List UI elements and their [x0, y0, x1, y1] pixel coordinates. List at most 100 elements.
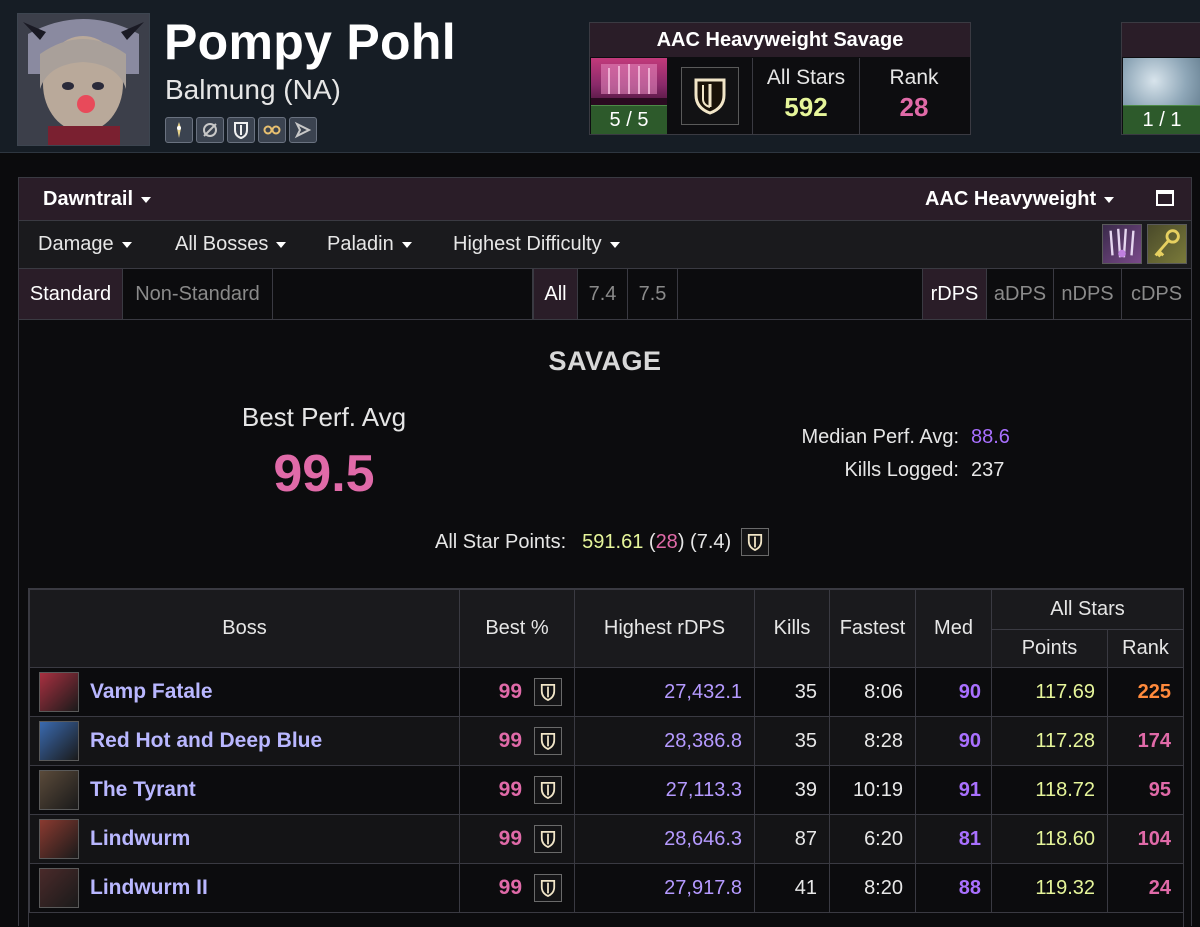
all-star-rank: 24 — [1107, 863, 1184, 913]
maximize-icon[interactable] — [1156, 190, 1174, 206]
highest-rdps: 28,646.3 — [574, 814, 755, 864]
kills: 39 — [754, 765, 830, 815]
boss-table: Boss Best % Highest rDPS Kills Fastest M… — [28, 588, 1184, 927]
header-best[interactable]: Best % — [459, 589, 575, 668]
boss-name[interactable]: Lindwurm — [90, 827, 190, 851]
all-star-points: 117.28 — [991, 716, 1108, 766]
key-icon[interactable] — [1147, 224, 1187, 264]
boss-name[interactable]: Vamp Fatale — [90, 680, 213, 704]
avatar-portrait — [18, 14, 149, 145]
tier-summary-card[interactable]: AAC Heavyweight Savage 5 / 5 All Stars 5… — [589, 22, 971, 135]
difficulty-dropdown[interactable]: Highest Difficulty — [453, 233, 620, 256]
highest-rdps: 27,432.1 — [574, 667, 755, 717]
tier-progress-badge: 5 / 5 — [591, 105, 667, 134]
boss-cell[interactable]: Red Hot and Deep Blue — [29, 716, 460, 766]
metric-label: Damage — [38, 233, 114, 255]
table-row[interactable]: The Tyrant 99 27,113.3 39 10:19 91 118.72 95 — [29, 765, 1184, 815]
fastest: 10:19 — [829, 765, 916, 815]
expansion-dropdown[interactable]: Dawntrail — [43, 188, 152, 211]
all-star-points: 119.32 — [991, 863, 1108, 913]
paladin-icon[interactable] — [227, 117, 255, 143]
best-percent: 99 — [498, 680, 522, 703]
tab-rdps[interactable]: rDPS — [922, 269, 987, 319]
boss-portrait — [39, 819, 79, 859]
kills-logged-label: Kills Logged: — [844, 459, 959, 481]
asp-label: All Star Points: — [435, 530, 567, 553]
dragoon-icon[interactable] — [289, 117, 317, 143]
paladin-icon[interactable] — [534, 727, 562, 755]
boss-cell[interactable]: Lindwurm II — [29, 863, 460, 913]
boss-cell[interactable]: The Tyrant — [29, 765, 460, 815]
tier-all-stars: All Stars 592 — [752, 58, 860, 134]
boss-name[interactable]: Red Hot and Deep Blue — [90, 729, 322, 753]
character-avatar[interactable] — [17, 13, 150, 146]
chevron-down-icon — [276, 241, 287, 248]
weapons-icon[interactable] — [1102, 224, 1142, 264]
tab-cdps[interactable]: cDPS — [1122, 269, 1191, 319]
table-row[interactable]: Vamp Fatale 99 27,432.1 35 8:06 90 117.69 225 — [29, 667, 1184, 717]
table-row[interactable]: Lindwurm II 99 27,917.8 41 8:20 88 119.32 24 — [29, 863, 1184, 913]
paladin-icon[interactable] — [534, 825, 562, 853]
scholar-icon[interactable] — [196, 117, 224, 143]
all-star-points: 118.60 — [991, 814, 1108, 864]
fastest: 8:06 — [829, 667, 916, 717]
best-cell: 99 — [459, 765, 575, 815]
tier-arena-thumbnail: 5 / 5 — [591, 58, 667, 134]
character-name: Pompy Pohl — [164, 14, 456, 70]
best-cell: 99 — [459, 716, 575, 766]
header-rank[interactable]: Rank — [1107, 629, 1184, 668]
asp-rank-open: ( — [643, 530, 656, 553]
all-stars-label: All Stars — [766, 66, 846, 89]
tier-summary-card-2[interactable]: 1 / 1 — [1121, 22, 1200, 135]
best-cell: 99 — [459, 814, 575, 864]
tab-standard[interactable]: Standard — [19, 269, 123, 319]
metric-dropdown[interactable]: Damage — [38, 233, 132, 256]
spec-dropdown[interactable]: Paladin — [327, 233, 412, 256]
bosses-label: All Bosses — [175, 233, 269, 255]
table-row[interactable]: Red Hot and Deep Blue 99 28,386.8 35 8:28 90 1… — [29, 716, 1184, 766]
boss-name[interactable]: Lindwurm II — [90, 876, 208, 900]
boss-cell[interactable]: Lindwurm — [29, 814, 460, 864]
header-boss[interactable]: Boss — [29, 589, 460, 668]
tab-patch-all[interactable]: All — [533, 269, 578, 319]
rank-value: 28 — [899, 92, 929, 122]
boss-name[interactable]: The Tyrant — [90, 778, 196, 802]
tab-non-standard[interactable]: Non-Standard — [123, 269, 273, 319]
tier-card-2-title — [1122, 23, 1200, 57]
paladin-icon[interactable] — [534, 678, 562, 706]
fastest: 8:28 — [829, 716, 916, 766]
table-row[interactable]: Lindwurm 99 28,646.3 87 6:20 81 118.60 104 — [29, 814, 1184, 864]
paladin-icon — [681, 67, 739, 125]
zone-dropdown[interactable]: AAC Heavyweight — [925, 188, 1115, 211]
white-mage-icon[interactable] — [165, 117, 193, 143]
best-perf-value: 99.5 — [273, 445, 375, 503]
boss-cell[interactable]: Vamp Fatale — [29, 667, 460, 717]
paladin-icon[interactable] — [534, 874, 562, 902]
job-icon-list — [165, 117, 317, 143]
header-fastest[interactable]: Fastest — [829, 589, 916, 668]
best-percent: 99 — [498, 827, 522, 850]
chevron-down-icon — [121, 241, 132, 248]
tab-ndps[interactable]: nDPS — [1054, 269, 1122, 319]
median: 90 — [915, 667, 992, 717]
header-med[interactable]: Med — [915, 589, 992, 668]
difficulty-title: SAVAGE — [548, 346, 662, 376]
bosses-dropdown[interactable]: All Bosses — [175, 233, 287, 256]
header-points[interactable]: Points — [991, 629, 1108, 668]
asp-points: 591.61 — [582, 530, 644, 553]
all-star-points-row: All Star Points: 591.61 (28) (7.4) — [435, 528, 770, 556]
boss-portrait — [39, 672, 79, 712]
tab-patch-7-5[interactable]: 7.5 — [628, 269, 678, 319]
highest-rdps: 27,113.3 — [574, 765, 755, 815]
asp-patch: (7.4) — [690, 530, 732, 553]
tab-patch-7-4[interactable]: 7.4 — [578, 269, 628, 319]
astrologian-icon[interactable] — [258, 117, 286, 143]
difficulty-label: Highest Difficulty — [453, 233, 602, 255]
asp-rank-close: ) — [677, 530, 691, 553]
header-highest-rdps[interactable]: Highest rDPS — [574, 589, 755, 668]
paladin-icon[interactable] — [534, 776, 562, 804]
header-kills[interactable]: Kills — [754, 589, 830, 668]
asp-rank: 28 — [655, 530, 678, 553]
tab-adps[interactable]: aDPS — [987, 269, 1054, 319]
chevron-down-icon — [1104, 196, 1115, 203]
